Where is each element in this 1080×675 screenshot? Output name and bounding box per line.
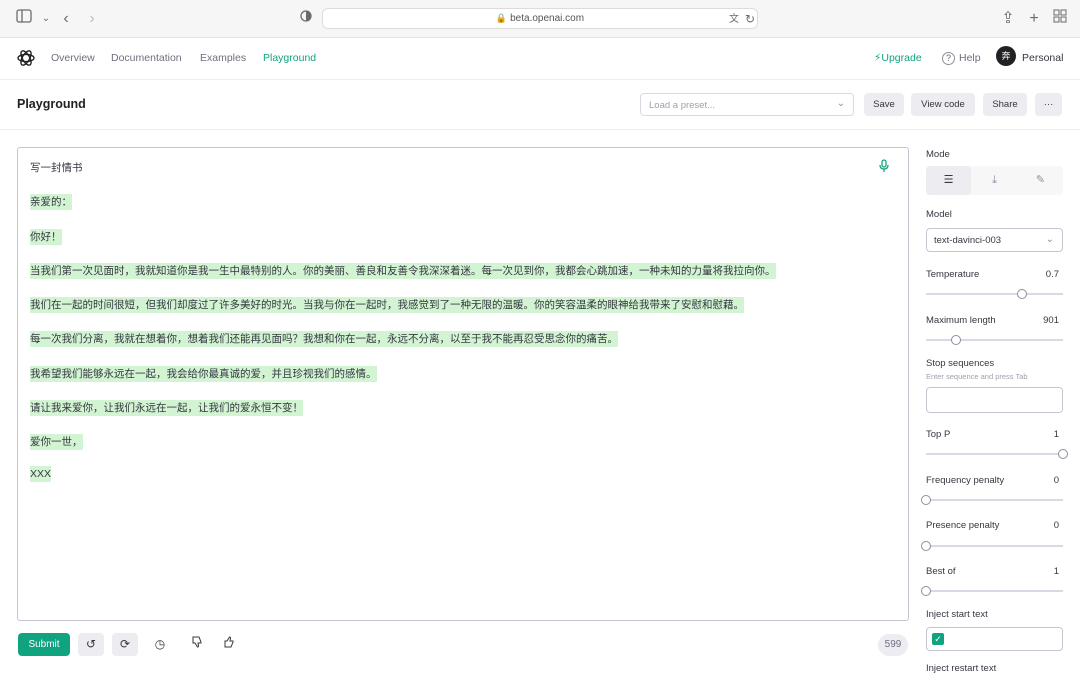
stop-sequences-hint: Enter sequence and press Tab (926, 372, 1028, 381)
max-length-slider[interactable] (926, 335, 1063, 345)
completion-line: 请让我来爱你，让我们永远在一起，让我们的爱永恒不变！ (30, 400, 303, 416)
best-of-label: Best of (926, 566, 956, 577)
slider-thumb[interactable] (1016, 289, 1027, 299)
nav-overview[interactable]: Overview (51, 52, 95, 64)
model-value: text-davinci-003 (934, 235, 1002, 246)
slider-thumb[interactable] (1058, 449, 1068, 459)
frequency-penalty-value: 0 (1053, 475, 1059, 486)
chevron-down-icon: ⌄ (1045, 234, 1054, 245)
complete-mode-icon[interactable]: ☰ (926, 166, 971, 195)
playground-toolbar: Playground Load a preset... ⌄ Save View … (0, 80, 1080, 130)
shield-icon[interactable] (296, 9, 316, 29)
thumbs-up-icon[interactable] (216, 633, 242, 656)
token-count-badge: 599 (878, 634, 908, 656)
presence-penalty-value: 0 (1053, 520, 1059, 531)
inject-restart-label: Inject restart text (926, 663, 997, 674)
share-icon[interactable]: ⇪ (998, 9, 1018, 29)
more-options-button[interactable]: ··· (1035, 93, 1062, 116)
slider-thumb[interactable] (951, 335, 962, 345)
openai-logo-icon[interactable] (16, 48, 36, 68)
best-of-value: 1 (1053, 566, 1059, 577)
upgrade-label: Upgrade (881, 52, 922, 64)
help-circle-icon: ? (942, 52, 955, 65)
model-select[interactable]: text-davinci-003 ⌄ (926, 228, 1063, 252)
inject-start-input[interactable]: ✓ (926, 627, 1063, 651)
browser-toolbar: ⌄ ‹ › 🔒 beta.openai.com 文 ↻ ⇪ + (0, 0, 1080, 38)
reload-icon[interactable]: ↻ (740, 9, 760, 29)
inject-start-label: Inject start text (926, 609, 988, 620)
stop-sequences-input[interactable] (926, 387, 1063, 413)
completion-line: 你好！ (30, 229, 62, 245)
presence-penalty-slider[interactable] (921, 541, 1063, 551)
completion-line: XXX (30, 466, 52, 482)
presence-penalty-label: Presence penalty (926, 520, 1000, 531)
history-icon[interactable]: ◷ (147, 633, 173, 656)
max-length-label: Maximum length (926, 315, 996, 326)
max-length-value: 901 (1043, 315, 1059, 326)
completion-line: 我们在一起的时间很短，但我们却度过了许多美好的时光。当我与你在一起时，我感觉到了… (30, 297, 744, 313)
help-link[interactable]: ? Help (942, 52, 981, 65)
top-p-slider[interactable] (926, 449, 1068, 459)
mode-label: Mode (926, 149, 950, 160)
view-code-button[interactable]: View code (911, 93, 975, 116)
slider-thumb[interactable] (921, 495, 931, 505)
frequency-penalty-label: Frequency penalty (926, 475, 1005, 486)
insert-mode-icon[interactable]: ⤓ (972, 166, 1017, 195)
upgrade-link[interactable]: ⚡Upgrade (874, 52, 922, 64)
forward-arrow-icon[interactable]: › (82, 9, 102, 29)
best-of-slider[interactable] (921, 586, 1063, 596)
edit-mode-icon[interactable]: ✎ (1018, 166, 1063, 195)
completion-line: 当我们第一次见面时，我就知道你是我一生中最特别的人。你的美丽、善良和友善令我深深… (30, 263, 776, 279)
temperature-label: Temperature (926, 269, 980, 280)
submit-button[interactable]: Submit (18, 633, 70, 656)
model-label: Model (926, 209, 952, 220)
account-name[interactable]: Personal (1022, 52, 1063, 64)
stop-sequences-label: Stop sequences (926, 358, 995, 369)
nav-examples[interactable]: Examples (200, 52, 246, 64)
top-p-value: 1 (1053, 429, 1059, 440)
nav-documentation[interactable]: Documentation (111, 52, 182, 64)
share-button[interactable]: Share (983, 93, 1027, 116)
slider-thumb[interactable] (921, 541, 931, 551)
help-label: Help (959, 52, 981, 64)
address-bar[interactable]: 🔒 beta.openai.com (322, 8, 758, 29)
completion-line: 爱你一世， (30, 434, 83, 450)
app-header: Overview Documentation Examples Playgrou… (0, 38, 1080, 80)
sidebar-toggle-icon[interactable] (14, 9, 34, 29)
chevron-down-icon: ⌄ (836, 98, 845, 109)
undo-icon[interactable]: ↺ (78, 633, 104, 656)
back-arrow-icon[interactable]: ‹ (56, 9, 76, 29)
tab-overview-icon[interactable] (1050, 9, 1070, 29)
microphone-icon[interactable] (878, 159, 890, 173)
nav-playground[interactable]: Playground (263, 52, 316, 64)
prompt-text: 写一封情书 (30, 162, 83, 174)
slider-thumb[interactable] (921, 586, 931, 596)
completion-line: 我希望我们能够永远在一起，我会给你最真诚的爱，并且珍视我们的感情。 (30, 366, 377, 382)
chevron-down-icon[interactable]: ⌄ (36, 9, 56, 29)
avatar[interactable]: 奔 (996, 46, 1016, 66)
save-button[interactable]: Save (864, 93, 904, 116)
temperature-value: 0.7 (1045, 269, 1059, 280)
page-title: Playground (17, 97, 86, 111)
mode-selector: ☰ ⤓ ✎ (926, 166, 1063, 195)
temperature-slider[interactable] (926, 289, 1063, 299)
regenerate-icon[interactable]: ⟳ (112, 633, 138, 656)
completion-line: 亲爱的： (30, 194, 72, 210)
checkmark-icon[interactable]: ✓ (932, 633, 944, 645)
prompt-editor[interactable]: 写一封情书 亲爱的： 你好！ 当我们第一次见面时，我就知道你是我一生中最特别的人… (17, 147, 909, 621)
url-text: beta.openai.com (510, 13, 585, 24)
preset-placeholder: Load a preset... (649, 100, 716, 111)
new-tab-icon[interactable]: + (1024, 9, 1044, 29)
frequency-penalty-slider[interactable] (921, 495, 1063, 505)
thumbs-down-icon[interactable] (184, 633, 210, 656)
lock-icon: 🔒 (495, 13, 508, 23)
top-p-label: Top P (926, 429, 951, 440)
completion-line: 每一次我们分离，我就在想着你，想着我们还能再见面吗？我想和你在一起，永远不分离，… (30, 331, 618, 347)
preset-select[interactable]: Load a preset... ⌄ (640, 93, 854, 116)
